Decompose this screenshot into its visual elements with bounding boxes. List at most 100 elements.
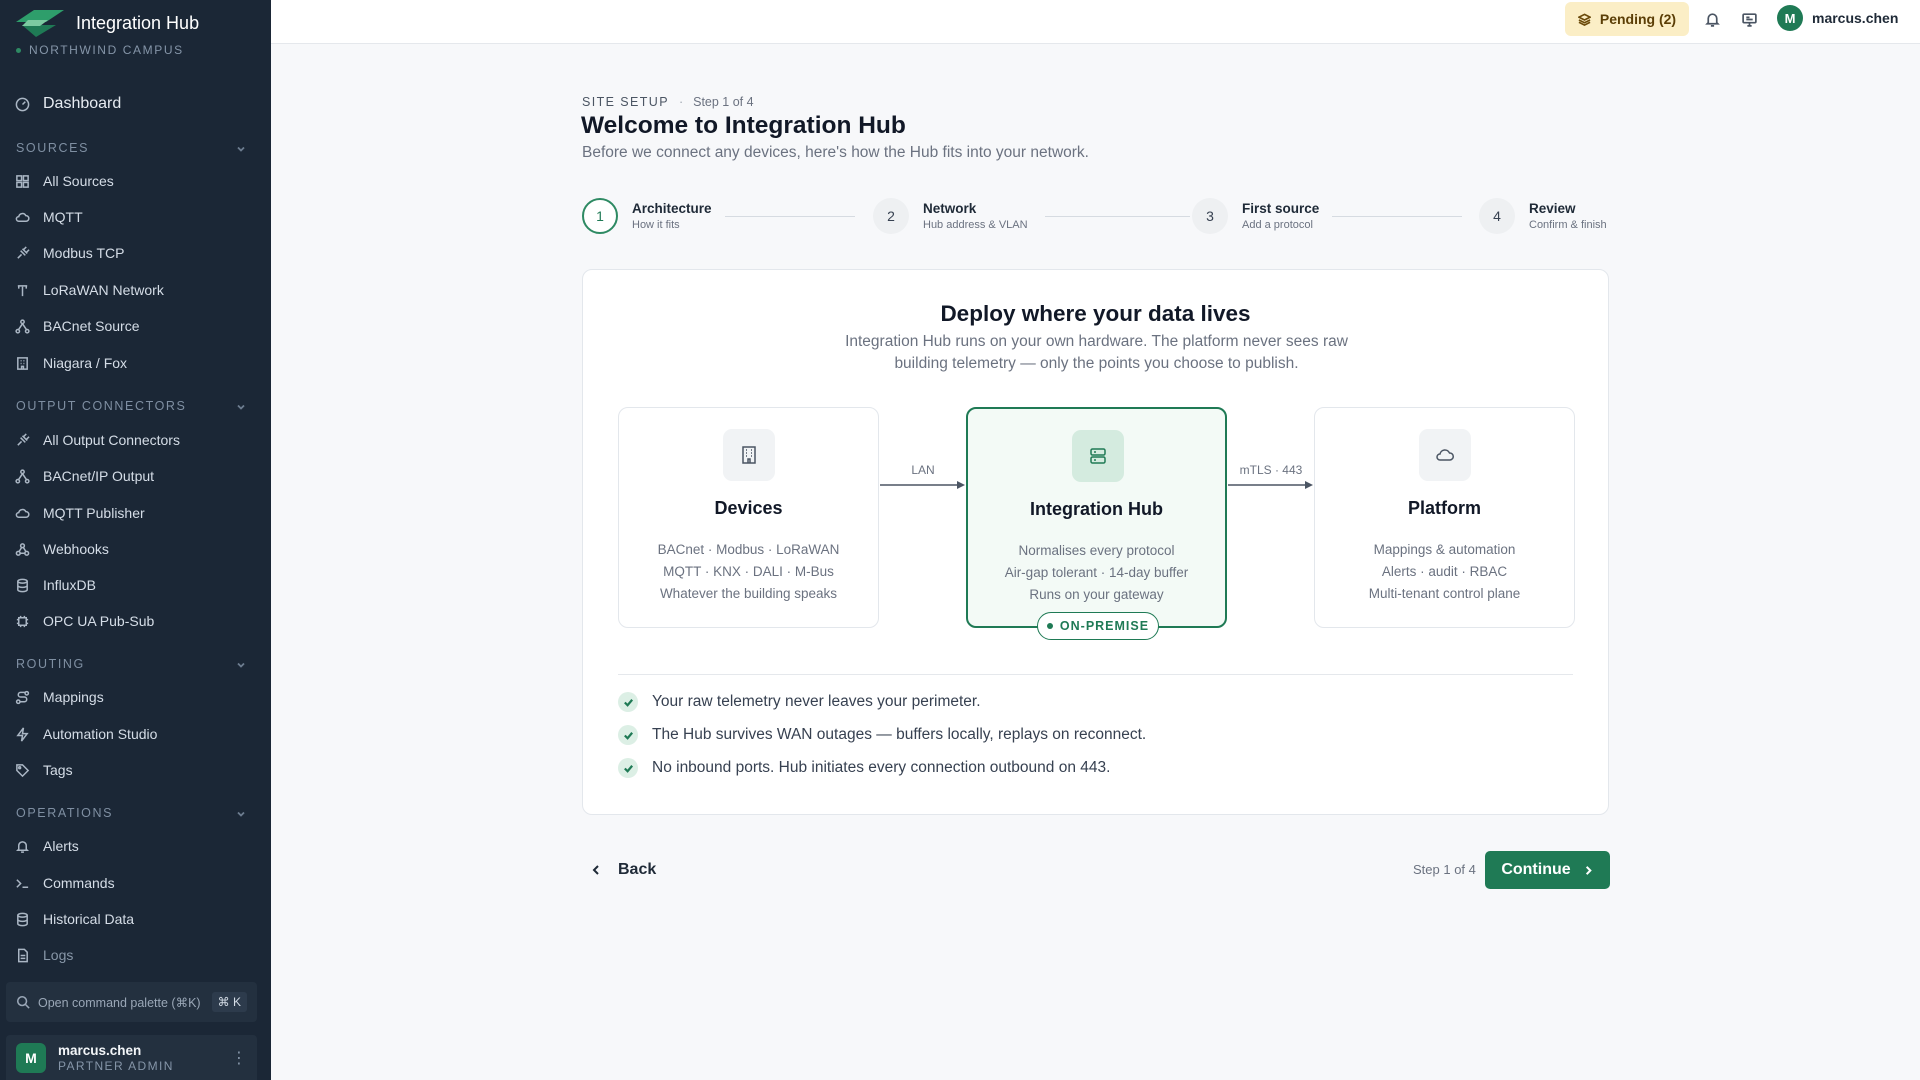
more-vertical-icon[interactable]: ⋮ — [231, 1048, 247, 1068]
step-title: Review — [1529, 201, 1576, 216]
sidebar-item-label: Tags — [43, 762, 73, 778]
brand[interactable]: Integration Hub — [14, 8, 199, 38]
step-network[interactable]: 2 Network Hub address & VLAN — [873, 198, 1028, 234]
database-icon — [14, 577, 30, 593]
step-number: 2 — [873, 198, 909, 234]
brand-title: Integration Hub — [76, 12, 200, 33]
brand-logo-icon — [16, 10, 64, 37]
pending-button[interactable]: Pending (2) — [1565, 2, 1689, 36]
building-icon — [723, 429, 775, 481]
stepper-connector — [1045, 216, 1190, 217]
sidebar-item-label: Mappings — [43, 689, 104, 705]
integration-hub-node: Integration Hub Normalises every protoco… — [966, 407, 1227, 640]
grid-icon — [14, 173, 30, 189]
node-title: Integration Hub — [1030, 499, 1163, 519]
sidebar-section-routing[interactable]: ROUTING — [16, 656, 246, 672]
node-line: Normalises every protocol — [1018, 543, 1175, 558]
sidebar-item-alerts[interactable]: Alerts — [14, 833, 254, 859]
step-review[interactable]: 4 Review Confirm & finish — [1479, 198, 1607, 234]
step-architecture[interactable]: 1 Architecture How it fits — [582, 198, 712, 234]
sidebar-item-niagara-fox[interactable]: Niagara / Fox — [14, 350, 254, 376]
continue-label: Continue — [1501, 861, 1571, 878]
gauge-icon — [14, 96, 30, 112]
section-title: ROUTING — [16, 657, 85, 671]
topbar-user-menu[interactable]: M marcus.chen — [1777, 5, 1898, 31]
sidebar-item-dashboard[interactable]: Dashboard — [14, 91, 254, 117]
sidebar-item-label: InfluxDB — [43, 577, 96, 593]
sidebar-item-bacnet-ip-output[interactable]: BACnet/IP Output — [14, 463, 254, 489]
sidebar-item-mappings[interactable]: Mappings — [14, 684, 254, 710]
user-name: marcus.chen — [1812, 10, 1899, 26]
monitor-icon[interactable] — [1738, 8, 1760, 30]
terminal-icon — [14, 875, 30, 891]
sidebar-item-label: Modbus TCP — [43, 245, 125, 261]
bell-icon[interactable] — [1701, 8, 1723, 30]
breadcrumb-separator: · — [678, 95, 684, 109]
sidebar-section-sources[interactable]: SOURCES — [16, 140, 246, 156]
footer-step-indicator: Step 1 of 4 — [1413, 862, 1476, 877]
avatar: M — [1777, 5, 1803, 31]
sidebar-item-mqtt[interactable]: MQTT — [14, 204, 254, 230]
node-line: Alerts · audit · RBAC — [1381, 564, 1508, 579]
command-palette-label: Open command palette (⌘K) — [38, 995, 201, 1010]
node-line: Whatever the building speaks — [659, 586, 838, 601]
back-label: Back — [618, 861, 657, 878]
sidebar-item-all-output-connectors[interactable]: All Output Connectors — [14, 427, 254, 453]
step-desc: Add a protocol — [1242, 219, 1313, 231]
sidebar-item-influxdb[interactable]: InfluxDB — [14, 572, 254, 598]
step-desc: Hub address & VLAN — [923, 219, 1028, 231]
architecture-card: Deploy where your data lives Integration… — [582, 269, 1609, 815]
sidebar-item-label: BACnet/IP Output — [43, 468, 155, 484]
step-first-source[interactable]: 3 First source Add a protocol — [1192, 198, 1319, 234]
sidebar-item-lorawan-network[interactable]: LoRaWAN Network — [14, 277, 254, 303]
sidebar-item-all-sources[interactable]: All Sources — [14, 168, 254, 194]
page-title: Welcome to Integration Hub — [581, 112, 906, 139]
continue-button[interactable]: Continue — [1485, 851, 1610, 889]
sidebar-item-tags[interactable]: Tags — [14, 757, 254, 783]
card-description-line: Integration Hub runs on your own hardwar… — [845, 333, 1348, 350]
plug-icon — [14, 245, 30, 261]
chevron-left-icon — [592, 865, 599, 875]
plug-icon — [14, 432, 30, 448]
layers-icon — [1577, 12, 1591, 26]
node-line: Runs on your gateway — [1029, 587, 1164, 602]
sidebar-item-bacnet-source[interactable]: BACnet Source — [14, 313, 254, 339]
sidebar-item-label: BACnet Source — [43, 318, 140, 334]
sidebar-item-automation-studio[interactable]: Automation Studio — [14, 721, 254, 747]
sidebar-item-mqtt-publisher[interactable]: MQTT Publisher — [14, 500, 254, 526]
command-palette-button[interactable]: Open command palette (⌘K) ⌘ K — [6, 982, 257, 1022]
sidebar-section-operations[interactable]: OPERATIONS — [16, 805, 246, 821]
step-number: 4 — [1479, 198, 1515, 234]
check-text: Your raw telemetry never leaves your per… — [652, 693, 981, 710]
check-text: The Hub survives WAN outages — buffers l… — [652, 726, 1147, 743]
network-icon — [14, 318, 30, 334]
sidebar-item-commands[interactable]: Commands — [14, 870, 254, 896]
sidebar-user-menu[interactable]: M marcus.chen PARTNER ADMIN ⋮ — [6, 1035, 257, 1080]
sidebar-item-logs[interactable]: Logs — [14, 942, 254, 968]
file-icon — [14, 947, 30, 963]
section-title: OPERATIONS — [16, 806, 114, 820]
campus-name: NORTHWIND CAMPUS — [29, 43, 184, 57]
campus-status-dot — [16, 47, 21, 53]
sidebar-item-label: All Output Connectors — [43, 432, 180, 448]
sidebar-item-webhooks[interactable]: Webhooks — [14, 536, 254, 562]
check-text: No inbound ports. Hub initiates every co… — [652, 759, 1111, 776]
sidebar-item-label: Alerts — [43, 838, 79, 854]
back-button[interactable]: Back — [590, 854, 656, 886]
node-line: Mappings & automation — [1373, 542, 1516, 557]
mtls-link: mTLS · 443 — [1228, 463, 1314, 493]
database-icon — [14, 911, 30, 927]
link-label: mTLS · 443 — [1239, 463, 1303, 477]
route-icon — [14, 689, 30, 705]
campus-label: NORTHWIND CAMPUS — [16, 43, 184, 57]
sidebar-item-historical-data[interactable]: Historical Data — [14, 906, 254, 932]
check-icon — [618, 692, 638, 712]
sidebar-item-modbus-tcp[interactable]: Modbus TCP — [14, 240, 254, 266]
breadcrumb-step: Step 1 of 4 — [693, 95, 754, 109]
sidebar-item-label: OPC UA Pub-Sub — [43, 613, 155, 629]
sidebar-item-opc-ua-pub-sub[interactable]: OPC UA Pub-Sub — [14, 608, 254, 634]
badge-dot — [1046, 623, 1053, 629]
node-line: Air-gap tolerant · 14-day buffer — [1004, 565, 1189, 580]
sidebar-section-output-connectors[interactable]: OUTPUT CONNECTORS — [16, 398, 246, 414]
pending-label: Pending (2) — [1599, 11, 1677, 27]
